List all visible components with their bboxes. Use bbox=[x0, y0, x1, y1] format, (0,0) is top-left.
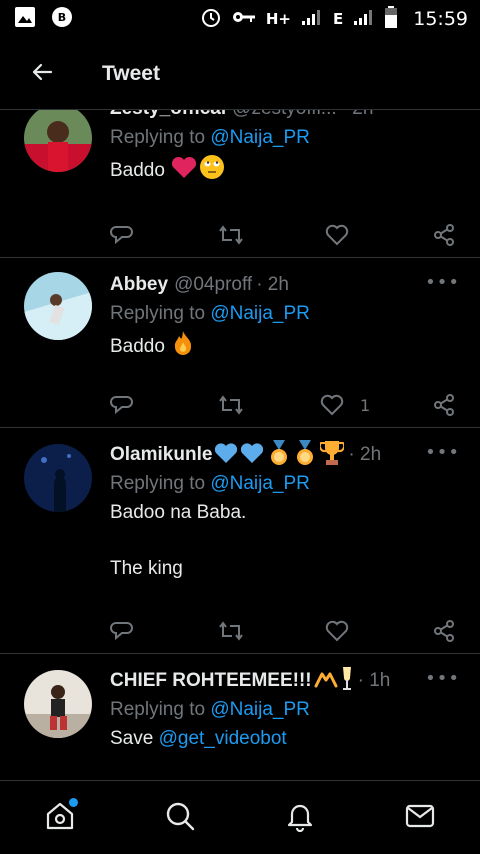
replying-label: Replying to bbox=[110, 303, 211, 324]
trophy-emoji bbox=[319, 440, 346, 471]
nav-notifications[interactable] bbox=[270, 788, 330, 848]
envelope-icon bbox=[404, 800, 436, 836]
retweet-button[interactable] bbox=[218, 224, 244, 246]
author-name[interactable]: Zesty_offical bbox=[110, 110, 226, 120]
replies-feed[interactable]: Zesty_offical @zestyoffi... · 2h ••• Rep… bbox=[0, 110, 480, 780]
tweet[interactable]: Olamikunle · 2h ••• Replying to @Naija_P… bbox=[0, 428, 480, 654]
bell-icon bbox=[284, 800, 316, 836]
retweet-button[interactable] bbox=[218, 620, 244, 642]
more-options-icon[interactable]: ••• bbox=[425, 110, 460, 119]
top-app-bar: Tweet bbox=[0, 38, 480, 110]
fire-emoji bbox=[171, 330, 195, 364]
search-icon bbox=[164, 800, 196, 836]
flexed-biceps-emoji bbox=[314, 668, 338, 695]
replying-to: Replying to @Naija_PR bbox=[110, 303, 460, 325]
whatsapp-business-icon: B bbox=[50, 5, 74, 34]
replying-label: Replying to bbox=[110, 473, 211, 494]
author-handle[interactable]: @zestyoffi... bbox=[232, 110, 336, 120]
tweet-text-line-2: The king bbox=[110, 558, 183, 579]
tweet-text-content: Baddo bbox=[110, 336, 165, 358]
medal-emoji bbox=[268, 439, 290, 471]
tweet[interactable]: Zesty_offical @zestyoffi... · 2h ••• Rep… bbox=[0, 110, 480, 258]
like-count: 1 bbox=[360, 395, 371, 415]
share-button[interactable] bbox=[432, 393, 456, 417]
tweet-text: Badoo na Baba. The king bbox=[110, 500, 460, 582]
signal-icon-2 bbox=[353, 8, 375, 31]
nav-search[interactable] bbox=[150, 788, 210, 848]
more-options-icon[interactable]: ••• bbox=[425, 442, 460, 463]
author-name[interactable]: Olamikunle bbox=[110, 444, 212, 466]
author-name[interactable]: CHIEF ROHTEEMEE!!! bbox=[110, 670, 312, 692]
share-button[interactable] bbox=[432, 223, 456, 247]
champagne-emoji bbox=[340, 666, 354, 697]
blue-heart-emoji bbox=[240, 442, 264, 469]
network-type-1: H+ bbox=[265, 10, 291, 28]
status-bar: B H+ E 15:59 bbox=[0, 0, 480, 38]
author-handle[interactable]: @04proff bbox=[174, 274, 252, 296]
share-button[interactable] bbox=[432, 619, 456, 643]
back-button[interactable] bbox=[0, 38, 84, 110]
replying-mention[interactable]: @Naija_PR bbox=[210, 303, 310, 324]
blue-heart-emoji bbox=[214, 442, 238, 469]
reply-button[interactable] bbox=[110, 619, 134, 643]
tweet-time: · 2h bbox=[341, 110, 374, 120]
like-button[interactable] bbox=[325, 224, 357, 246]
key-icon bbox=[232, 9, 256, 29]
more-options-icon[interactable]: ••• bbox=[425, 668, 460, 689]
tweet-text: Baddo bbox=[110, 330, 460, 364]
medal-emoji bbox=[294, 439, 316, 471]
replying-label: Replying to bbox=[110, 699, 211, 720]
replying-to: Replying to @Naija_PR bbox=[110, 127, 460, 149]
battery-icon bbox=[385, 5, 398, 33]
retweet-button[interactable] bbox=[218, 394, 244, 416]
svg-text:B: B bbox=[58, 11, 66, 24]
nav-home[interactable] bbox=[30, 788, 90, 848]
avatar[interactable] bbox=[24, 272, 92, 340]
nav-messages[interactable] bbox=[390, 788, 450, 848]
avatar[interactable] bbox=[24, 444, 92, 512]
signal-icon bbox=[301, 8, 323, 31]
avatar[interactable] bbox=[24, 670, 92, 738]
tweet-time: · 1h bbox=[357, 670, 391, 691]
gallery-icon bbox=[14, 6, 36, 33]
tweet-text-content: Baddo bbox=[110, 160, 165, 182]
notification-dot bbox=[69, 797, 78, 807]
replying-label: Replying to bbox=[110, 127, 211, 148]
like-button[interactable] bbox=[325, 620, 357, 642]
tweet-text-content: Save bbox=[110, 728, 159, 749]
avatar[interactable] bbox=[24, 110, 92, 172]
tweet-text: Baddo bbox=[110, 154, 460, 188]
eye-roll-emoji bbox=[199, 154, 225, 188]
tweet[interactable]: Abbey @04proff · 2h ••• Replying to @Nai… bbox=[0, 258, 480, 428]
arrow-left-icon bbox=[30, 60, 54, 88]
tweet-text: Save @get_videobot bbox=[110, 726, 460, 752]
replying-mention[interactable]: @Naija_PR bbox=[210, 473, 310, 494]
reply-button[interactable] bbox=[110, 393, 134, 417]
reply-button[interactable] bbox=[110, 223, 134, 247]
replying-mention[interactable]: @Naija_PR bbox=[210, 127, 310, 148]
tweet[interactable]: CHIEF ROHTEEMEE!!! · 1h ••• Replying to … bbox=[0, 654, 480, 780]
alarm-icon bbox=[200, 6, 222, 33]
replying-mention[interactable]: @Naija_PR bbox=[210, 699, 310, 720]
red-heart-emoji bbox=[171, 155, 197, 187]
tweet-text-line-1: Badoo na Baba. bbox=[110, 502, 247, 523]
author-name[interactable]: Abbey bbox=[110, 274, 168, 296]
clock: 15:59 bbox=[413, 8, 468, 30]
tweet-time: · 2h bbox=[348, 444, 382, 465]
network-type-2: E bbox=[332, 10, 344, 28]
replying-to: Replying to @Naija_PR bbox=[110, 473, 460, 495]
mention-link[interactable]: @get_videobot bbox=[159, 728, 287, 749]
page-title: Tweet bbox=[102, 61, 160, 85]
more-options-icon[interactable]: ••• bbox=[425, 272, 460, 293]
replying-to: Replying to @Naija_PR bbox=[110, 699, 460, 721]
tweet-time: · 2h bbox=[256, 274, 289, 295]
bottom-navigation bbox=[0, 780, 480, 854]
like-button[interactable]: 1 bbox=[320, 394, 370, 416]
